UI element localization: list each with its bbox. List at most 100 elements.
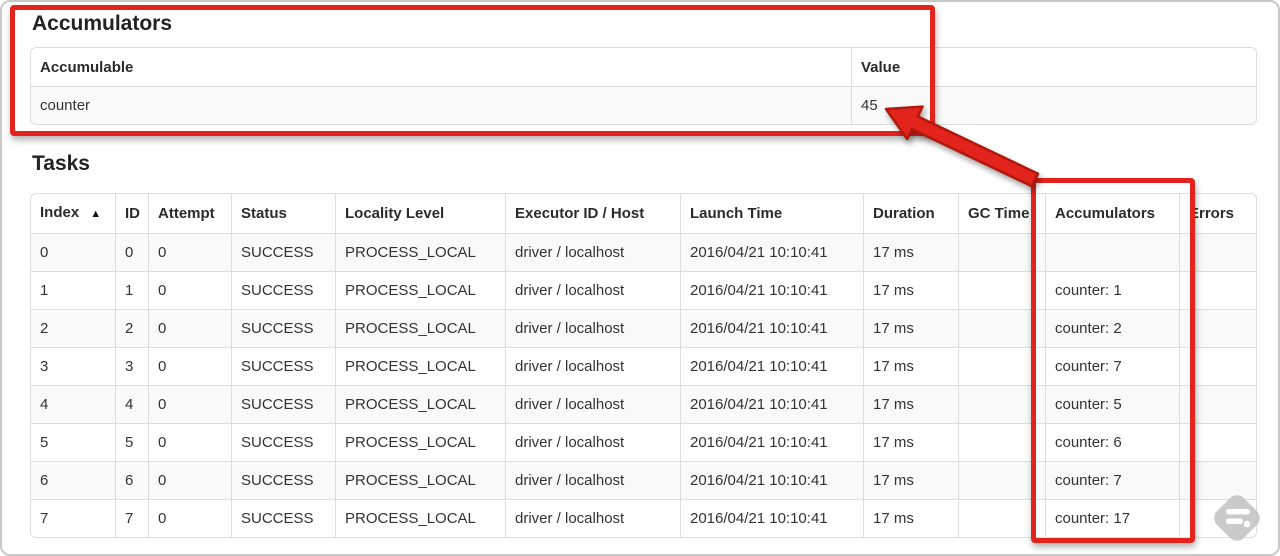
cell: 17 ms: [863, 385, 958, 423]
column-header-locality-level[interactable]: Locality Level: [335, 194, 505, 233]
cell: driver / localhost: [505, 385, 680, 423]
cell: 0: [148, 309, 231, 347]
cell: 0: [148, 461, 231, 499]
column-header-label: Status: [241, 205, 287, 222]
cell: 17 ms: [863, 347, 958, 385]
cell: 2016/04/21 10:10:41: [680, 347, 863, 385]
cell: 5: [115, 423, 148, 461]
cell: 17 ms: [863, 423, 958, 461]
cell: [1179, 499, 1256, 537]
column-header-label: Launch Time: [690, 205, 783, 222]
cell: driver / localhost: [505, 233, 680, 271]
sort-ascending-icon: ▲: [90, 208, 102, 220]
cell: SUCCESS: [231, 233, 335, 271]
cell: PROCESS_LOCAL: [335, 271, 505, 309]
column-header-label: Locality Level: [345, 205, 445, 222]
column-header-status[interactable]: Status: [231, 194, 335, 233]
table-row: 2 2 0 SUCCESS PROCESS_LOCAL driver / localhos…: [31, 309, 1256, 347]
cell: counter: 7: [1045, 347, 1179, 385]
cell: 0: [148, 233, 231, 271]
column-header-label: Value: [861, 58, 901, 76]
column-header-executor-id-host[interactable]: Executor ID / Host: [505, 194, 680, 233]
cell: [1179, 233, 1256, 271]
cell: counter: 17: [1045, 499, 1179, 537]
cell: 5: [31, 423, 115, 461]
cell: 2: [31, 309, 115, 347]
cell: 7: [31, 499, 115, 537]
cell: [958, 347, 1045, 385]
cell: SUCCESS: [231, 461, 335, 499]
cell: 6: [115, 461, 148, 499]
cell: driver / localhost: [505, 309, 680, 347]
cell: driver / localhost: [505, 423, 680, 461]
cell: driver / localhost: [505, 347, 680, 385]
cell: 2016/04/21 10:10:41: [680, 461, 863, 499]
cell: PROCESS_LOCAL: [335, 385, 505, 423]
column-header-errors[interactable]: Errors: [1179, 194, 1256, 233]
table-row: 5 5 0 SUCCESS PROCESS_LOCAL driver / localhos…: [31, 423, 1256, 461]
cell: counter: 2: [1045, 309, 1179, 347]
cell: 3: [31, 347, 115, 385]
cell: 0: [148, 423, 231, 461]
column-header-label: Attempt: [158, 205, 215, 222]
cell: SUCCESS: [231, 385, 335, 423]
tasks-header-row: Index ▲ ID Attempt Status Locality Level Execu…: [31, 194, 1256, 233]
cell: counter: 1: [1045, 271, 1179, 309]
table-row: 7 7 0 SUCCESS PROCESS_LOCAL driver / localhos…: [31, 499, 1256, 537]
cell: driver / localhost: [505, 271, 680, 309]
table-row: counter 45: [31, 86, 1256, 124]
cell: counter: 5: [1045, 385, 1179, 423]
column-header-attempt[interactable]: Attempt: [148, 194, 231, 233]
cell: PROCESS_LOCAL: [335, 309, 505, 347]
cell: [1179, 347, 1256, 385]
column-header-label: ID: [125, 205, 140, 222]
accumulators-header-row: Accumulable Value: [31, 48, 1256, 86]
table-row: 1 1 0 SUCCESS PROCESS_LOCAL driver / localhos…: [31, 271, 1256, 309]
column-header-accumulators[interactable]: Accumulators: [1045, 194, 1179, 233]
cell: [1179, 385, 1256, 423]
cell: 7: [115, 499, 148, 537]
cell: 0: [148, 499, 231, 537]
cell: [958, 385, 1045, 423]
cell: 1: [31, 271, 115, 309]
cell: SUCCESS: [231, 499, 335, 537]
cell: 17 ms: [863, 461, 958, 499]
cell: 2016/04/21 10:10:41: [680, 271, 863, 309]
cell: 2: [115, 309, 148, 347]
column-header-duration[interactable]: Duration: [863, 194, 958, 233]
cell: 17 ms: [863, 233, 958, 271]
cell: 2016/04/21 10:10:41: [680, 499, 863, 537]
spark-stage-page: Accumulators Accumulable Value counter 45 …: [0, 0, 1280, 556]
column-header-launch-time[interactable]: Launch Time: [680, 194, 863, 233]
tasks-section-title: Tasks: [32, 152, 90, 175]
cell: counter: 7: [1045, 461, 1179, 499]
column-header-label: Duration: [873, 205, 935, 222]
cell: 17 ms: [863, 309, 958, 347]
tasks-table: Index ▲ ID Attempt Status Locality Level Execu…: [30, 193, 1257, 538]
cell: PROCESS_LOCAL: [335, 423, 505, 461]
cell: 4: [31, 385, 115, 423]
cell: 17 ms: [863, 271, 958, 309]
table-row: 4 4 0 SUCCESS PROCESS_LOCAL driver / localhos…: [31, 385, 1256, 423]
cell: 2016/04/21 10:10:41: [680, 385, 863, 423]
accumulators-table: Accumulable Value counter 45: [30, 47, 1257, 125]
table-row: 0 0 0 SUCCESS PROCESS_LOCAL driver / localhos…: [31, 233, 1256, 271]
column-header-gc-time[interactable]: GC Time: [958, 194, 1045, 233]
column-header-id[interactable]: ID: [115, 194, 148, 233]
cell: [958, 309, 1045, 347]
cell: PROCESS_LOCAL: [335, 461, 505, 499]
cell: 4: [115, 385, 148, 423]
column-header-index[interactable]: Index ▲: [31, 194, 115, 233]
cell: [1179, 309, 1256, 347]
column-header-label: Index: [40, 204, 80, 221]
cell: 1: [115, 271, 148, 309]
cell: [958, 499, 1045, 537]
cell: 2016/04/21 10:10:41: [680, 309, 863, 347]
table-row: 6 6 0 SUCCESS PROCESS_LOCAL driver / localhos…: [31, 461, 1256, 499]
cell: [958, 271, 1045, 309]
cell: 3: [115, 347, 148, 385]
cell: counter: [31, 86, 851, 124]
cell: 17 ms: [863, 499, 958, 537]
accumulators-section-title: Accumulators: [32, 12, 173, 35]
cell: [958, 461, 1045, 499]
